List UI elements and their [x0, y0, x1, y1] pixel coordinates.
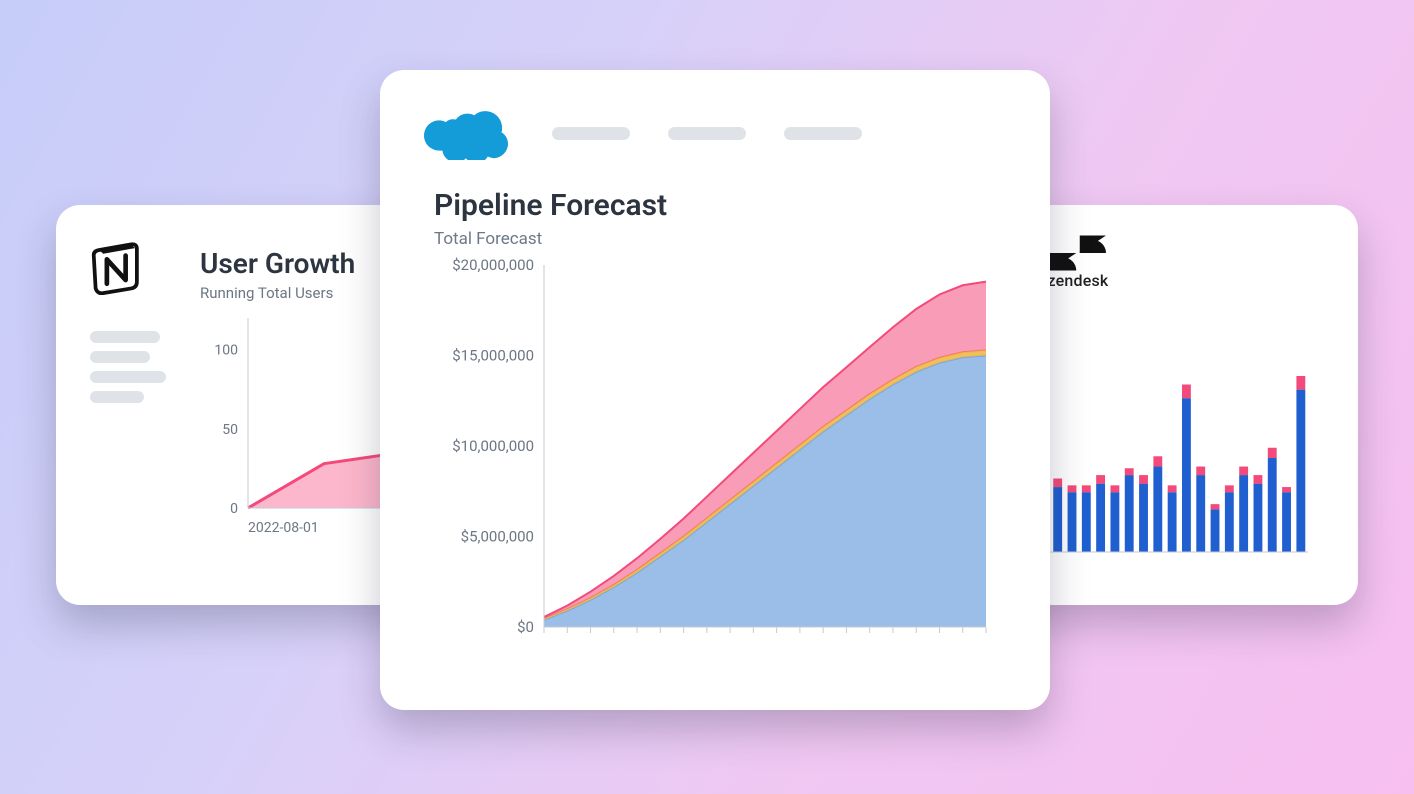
svg-text:$5,000,000: $5,000,000: [461, 528, 534, 546]
svg-text:0: 0: [230, 501, 238, 517]
tab-placeholder: [784, 127, 862, 140]
svg-text:100: 100: [214, 343, 238, 359]
pipeline-forecast-title: Pipeline Forecast: [434, 188, 1006, 223]
pipeline-forecast-chart: $0 $5,000,000 $10,000,000 $15,000,000 $20,00…: [424, 257, 1006, 661]
zendesk-wordmark: zendesk: [1048, 271, 1109, 290]
salesforce-icon: [424, 106, 508, 160]
pipeline-forecast-subtitle: Total Forecast: [434, 229, 1006, 249]
svg-text:$20,000,000: $20,000,000: [452, 257, 534, 274]
notion-icon: [90, 235, 150, 295]
menu-placeholder: [90, 371, 166, 383]
svg-text:2022-08-01: 2022-08-01: [248, 520, 319, 536]
tab-placeholder: [552, 127, 630, 140]
svg-text:50: 50: [222, 422, 238, 438]
svg-text:$0: $0: [517, 618, 534, 636]
salesforce-card: Pipeline Forecast Total Forecast $0 $5,00…: [380, 70, 1050, 710]
menu-placeholder: [90, 391, 144, 403]
menu-placeholder: [90, 331, 160, 343]
menu-placeholder: [90, 351, 150, 363]
svg-text:$15,000,000: $15,000,000: [452, 347, 534, 365]
tab-placeholder: [668, 127, 746, 140]
svg-text:$10,000,000: $10,000,000: [452, 437, 534, 455]
tab-bar: [552, 127, 862, 140]
